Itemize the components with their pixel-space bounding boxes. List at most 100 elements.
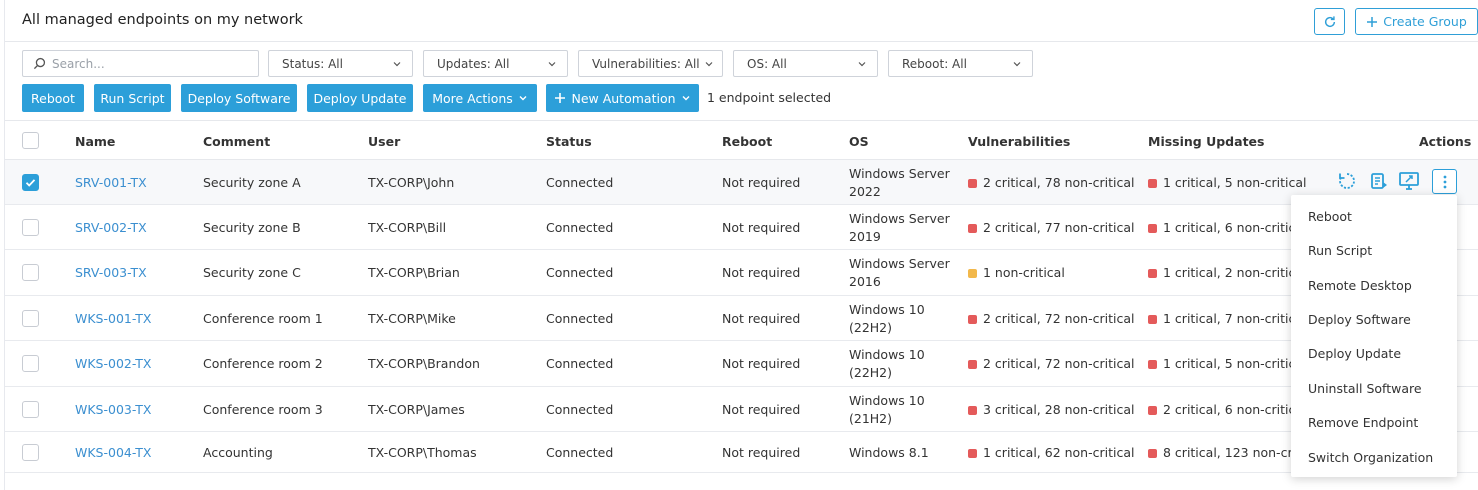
deploy-update-button-label: Deploy Update (313, 90, 407, 106)
row-actions-button[interactable] (1432, 169, 1457, 194)
row-checkbox[interactable] (22, 173, 39, 191)
endpoint-missing-updates[interactable]: 1 critical, 7 non-critical (1148, 311, 1307, 326)
endpoint-vulnerabilities[interactable]: 2 critical, 72 non-critical (968, 356, 1134, 371)
endpoint-comment: Security zone C (203, 265, 301, 280)
table-row[interactable]: WKS-002-TX Conference room 2 TX-CORP\Brand… (5, 341, 1478, 387)
endpoint-missing-updates[interactable]: 1 critical, 2 non-critical (1148, 265, 1307, 280)
severity-dot (1148, 269, 1157, 278)
remote-desktop-action-icon[interactable] (1398, 170, 1420, 192)
column-header-os[interactable]: OS (849, 134, 869, 149)
column-header-user[interactable]: User (368, 134, 400, 149)
refresh-button[interactable] (1314, 8, 1345, 35)
endpoints-page: All managed endpoints on my network Crea… (4, 0, 1478, 490)
endpoint-vulnerabilities[interactable]: 2 critical, 72 non-critical (968, 311, 1134, 326)
endpoint-reboot: Not required (722, 356, 801, 371)
table-row[interactable]: SRV-001-TX Security zone A TX-CORP\John Con… (5, 160, 1478, 205)
endpoint-missing-updates[interactable]: 2 critical, 6 non-critical (1148, 402, 1307, 417)
endpoint-status: Connected (546, 174, 614, 190)
menu-item-reboot[interactable]: Reboot (1308, 209, 1352, 224)
new-automation-button[interactable]: New Automation (546, 84, 699, 112)
missing-updates-text: 2 critical, 6 non-critical (1163, 401, 1307, 417)
menu-item-uninstall-software[interactable]: Uninstall Software (1308, 381, 1422, 396)
vulnerabilities-filter-label: Vulnerabilities: All (592, 56, 700, 71)
severity-dot (1148, 314, 1157, 324)
menu-item-deploy-update[interactable]: Deploy Update (1308, 346, 1401, 361)
run-script-button-label: Run Script (100, 90, 165, 106)
menu-item-remove-endpoint[interactable]: Remove Endpoint (1308, 415, 1418, 430)
reboot-action-icon[interactable] (1336, 170, 1358, 192)
row-checkbox[interactable] (22, 264, 39, 281)
reboot-filter[interactable]: Reboot: All (888, 50, 1033, 77)
table-row[interactable]: WKS-004-TX Accounting TX-CORP\Thomas Connec… (5, 432, 1478, 473)
table-row[interactable]: WKS-001-TX Conference room 1 TX-CORP\Mike C… (5, 296, 1478, 341)
column-header-missing-updates[interactable]: Missing Updates (1148, 134, 1264, 149)
reboot-button[interactable]: Reboot (22, 84, 84, 112)
endpoint-vulnerabilities[interactable]: 1 non-critical (968, 265, 1065, 280)
more-actions-button[interactable]: More Actions (423, 84, 537, 112)
search-input[interactable] (52, 56, 242, 71)
endpoint-vulnerabilities[interactable]: 2 critical, 77 non-critical (968, 220, 1134, 235)
deploy-software-button[interactable]: Deploy Software (181, 84, 297, 112)
missing-updates-text: 1 critical, 6 non-critical (1163, 219, 1307, 235)
menu-item-run-script[interactable]: Run Script (1308, 243, 1372, 258)
menu-item-deploy-software[interactable]: Deploy Software (1308, 312, 1411, 327)
row-checkbox[interactable] (22, 218, 39, 236)
chevron-down-icon (548, 62, 556, 67)
column-header-vulnerabilities[interactable]: Vulnerabilities (968, 134, 1070, 149)
row-checkbox[interactable] (22, 400, 39, 418)
run-script-action-icon[interactable] (1368, 170, 1390, 192)
endpoint-name-link[interactable]: WKS-003-TX (75, 402, 151, 417)
updates-filter[interactable]: Updates: All (423, 50, 568, 77)
chevron-down-icon (858, 62, 866, 67)
row-actions-menu: Reboot Run Script Remote Desktop Deploy … (1291, 195, 1457, 477)
menu-item-switch-organization[interactable]: Switch Organization (1308, 450, 1433, 465)
vulnerabilities-filter[interactable]: Vulnerabilities: All (578, 50, 723, 77)
table-row[interactable]: SRV-003-TX Security zone C TX-CORP\Brian Co… (5, 250, 1478, 296)
menu-item-remote-desktop[interactable]: Remote Desktop (1308, 278, 1412, 293)
endpoint-reboot: Not required (722, 219, 801, 235)
check-icon (25, 178, 36, 187)
endpoint-vulnerabilities[interactable]: 1 critical, 62 non-critical (968, 445, 1134, 460)
run-script-button[interactable]: Run Script (94, 84, 171, 112)
endpoint-comment: Security zone B (203, 219, 301, 235)
column-header-name[interactable]: Name (75, 134, 115, 149)
endpoint-name-link[interactable]: SRV-003-TX (75, 265, 147, 280)
endpoint-vulnerabilities[interactable]: 2 critical, 78 non-critical (968, 175, 1134, 190)
endpoint-name-link[interactable]: WKS-004-TX (75, 445, 151, 460)
endpoint-missing-updates[interactable]: 1 critical, 6 non-critical (1148, 220, 1307, 235)
endpoint-reboot: Not required (722, 174, 801, 190)
table-row[interactable]: SRV-002-TX Security zone B TX-CORP\Bill Con… (5, 205, 1478, 250)
endpoint-missing-updates[interactable]: 1 critical, 5 non-critical (1148, 175, 1307, 190)
column-header-status[interactable]: Status (546, 134, 592, 149)
endpoint-reboot: Not required (722, 310, 801, 326)
column-header-comment[interactable]: Comment (203, 134, 270, 149)
severity-dot (968, 178, 977, 188)
create-group-button[interactable]: Create Group (1355, 8, 1478, 35)
search-box[interactable] (22, 50, 259, 77)
select-all-checkbox[interactable] (22, 132, 39, 149)
endpoint-comment: Conference room 1 (203, 310, 323, 326)
table-row[interactable]: WKS-003-TX Conference room 3 TX-CORP\James… (5, 387, 1478, 432)
os-filter[interactable]: OS: All (733, 50, 878, 77)
endpoint-comment: Conference room 2 (203, 356, 323, 371)
endpoint-missing-updates[interactable]: 1 critical, 5 non-critical (1148, 356, 1307, 371)
row-checkbox[interactable] (22, 443, 39, 461)
status-filter-label: Status: All (282, 56, 343, 71)
row-checkbox[interactable] (22, 355, 39, 372)
column-header-reboot[interactable]: Reboot (722, 134, 772, 149)
severity-dot (968, 223, 977, 233)
page-header: All managed endpoints on my network Crea… (5, 0, 1478, 42)
endpoint-name-link[interactable]: SRV-002-TX (75, 220, 147, 235)
deploy-update-button[interactable]: Deploy Update (307, 84, 413, 112)
endpoint-name-link[interactable]: WKS-001-TX (75, 311, 151, 326)
endpoint-vulnerabilities[interactable]: 3 critical, 28 non-critical (968, 402, 1134, 417)
endpoint-name-link[interactable]: WKS-002-TX (75, 356, 151, 371)
row-checkbox[interactable] (22, 309, 39, 327)
endpoint-status: Connected (546, 356, 614, 371)
endpoint-name-link[interactable]: SRV-001-TX (75, 175, 147, 190)
missing-updates-text: 1 critical, 5 non-critical (1163, 356, 1307, 371)
status-filter[interactable]: Status: All (268, 50, 413, 77)
chevron-down-icon (682, 96, 690, 101)
reboot-button-label: Reboot (31, 90, 75, 106)
new-automation-button-label: New Automation (571, 90, 676, 106)
